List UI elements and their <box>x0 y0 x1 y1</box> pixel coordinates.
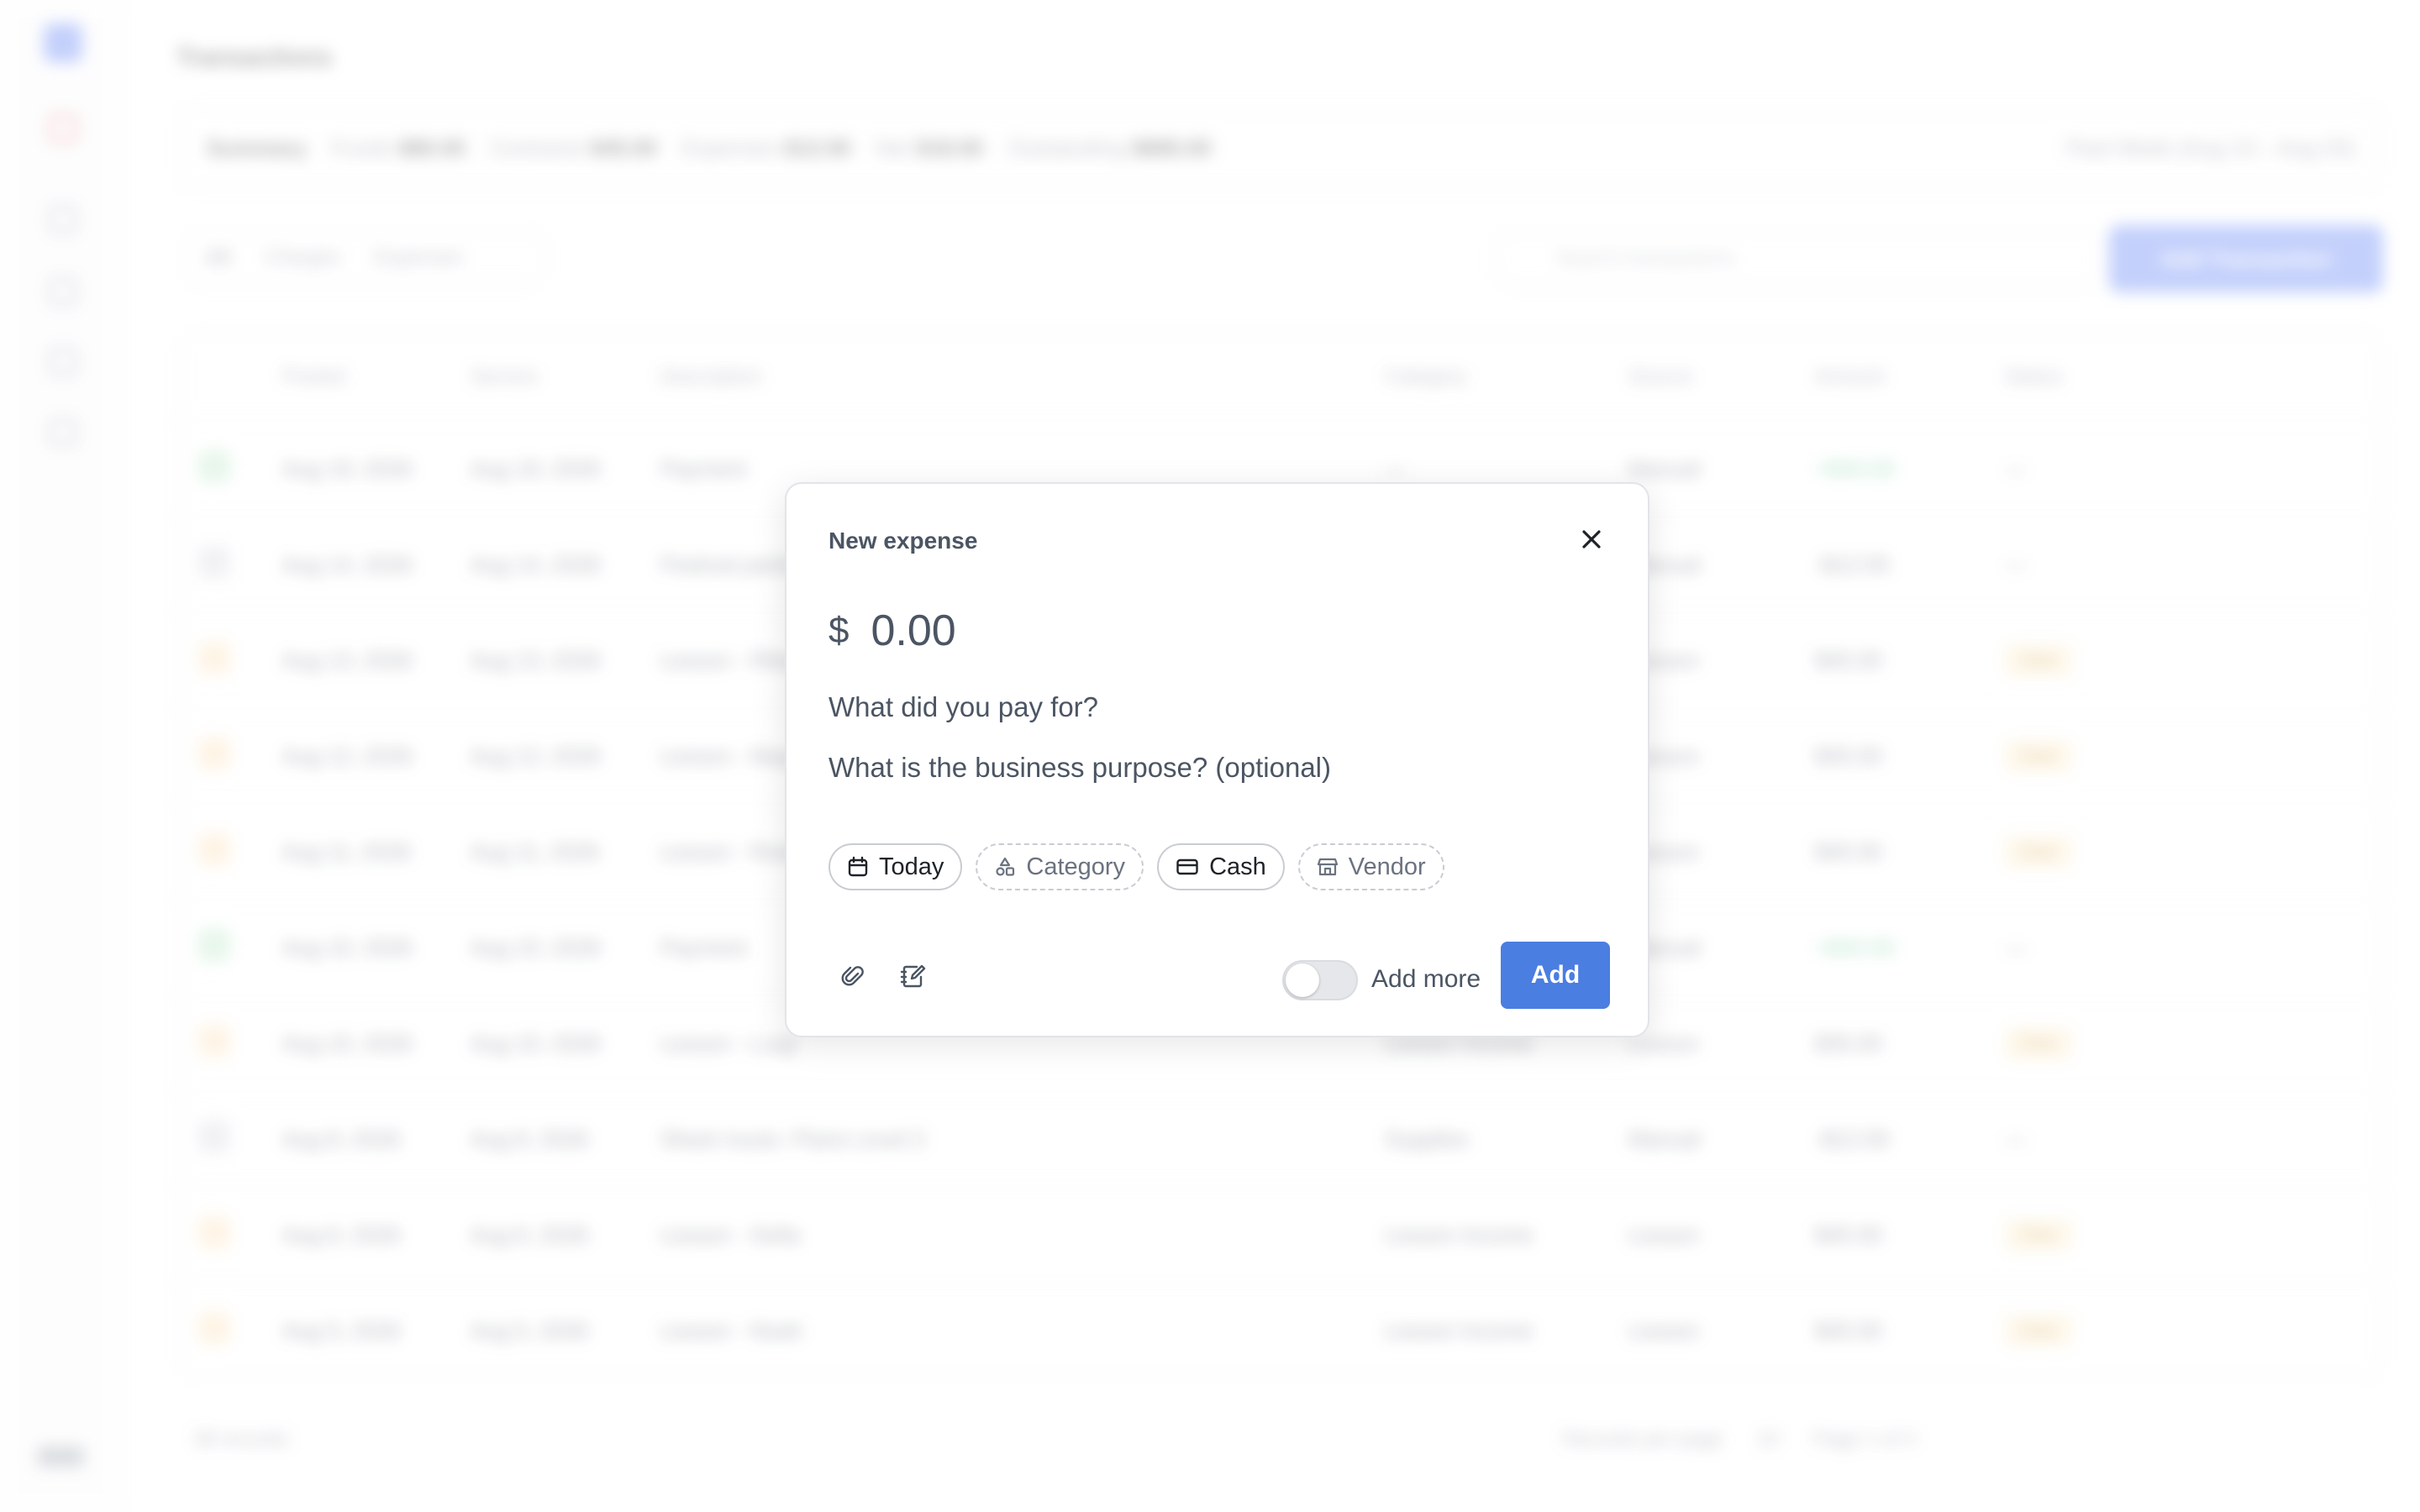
shapes-icon <box>996 857 1015 876</box>
new-expense-dialog: New expense $ Today Category <box>785 482 1649 1037</box>
description-input[interactable] <box>829 685 1585 729</box>
notebook-pen-icon <box>900 964 926 988</box>
add-more-toggle[interactable] <box>1282 960 1358 1000</box>
date-chip[interactable]: Today <box>829 843 963 890</box>
close-button[interactable] <box>1573 521 1610 558</box>
amount-row: $ <box>829 601 1292 660</box>
currency-symbol: $ <box>829 610 850 651</box>
add-button[interactable]: Add <box>1501 942 1610 1009</box>
payment-method-chip-label: Cash <box>1209 853 1266 880</box>
attach-receipt-button[interactable] <box>834 957 872 995</box>
dialog-title: New expense <box>829 528 978 554</box>
business-purpose-input[interactable] <box>829 746 1585 790</box>
category-chip-label: Category <box>1026 853 1126 880</box>
amount-input[interactable] <box>871 606 1292 656</box>
add-more-label: Add more <box>1371 965 1481 993</box>
vendor-chip[interactable]: Vendor <box>1297 843 1444 890</box>
category-chip[interactable]: Category <box>976 843 1144 890</box>
dialog-footer: Add more Add <box>786 942 1651 1009</box>
vendor-chip-label: Vendor <box>1348 853 1426 880</box>
attribute-chips: Today Category Cash Vendor <box>829 843 1444 890</box>
close-icon <box>1582 530 1601 549</box>
date-chip-label: Today <box>879 853 944 880</box>
toggle-knob <box>1286 963 1319 997</box>
store-icon <box>1317 858 1338 876</box>
credit-card-icon <box>1176 858 1198 875</box>
calendar-icon <box>848 856 868 877</box>
add-note-button[interactable] <box>894 957 933 995</box>
paperclip-icon <box>841 966 864 986</box>
payment-method-chip[interactable]: Cash <box>1157 843 1285 890</box>
